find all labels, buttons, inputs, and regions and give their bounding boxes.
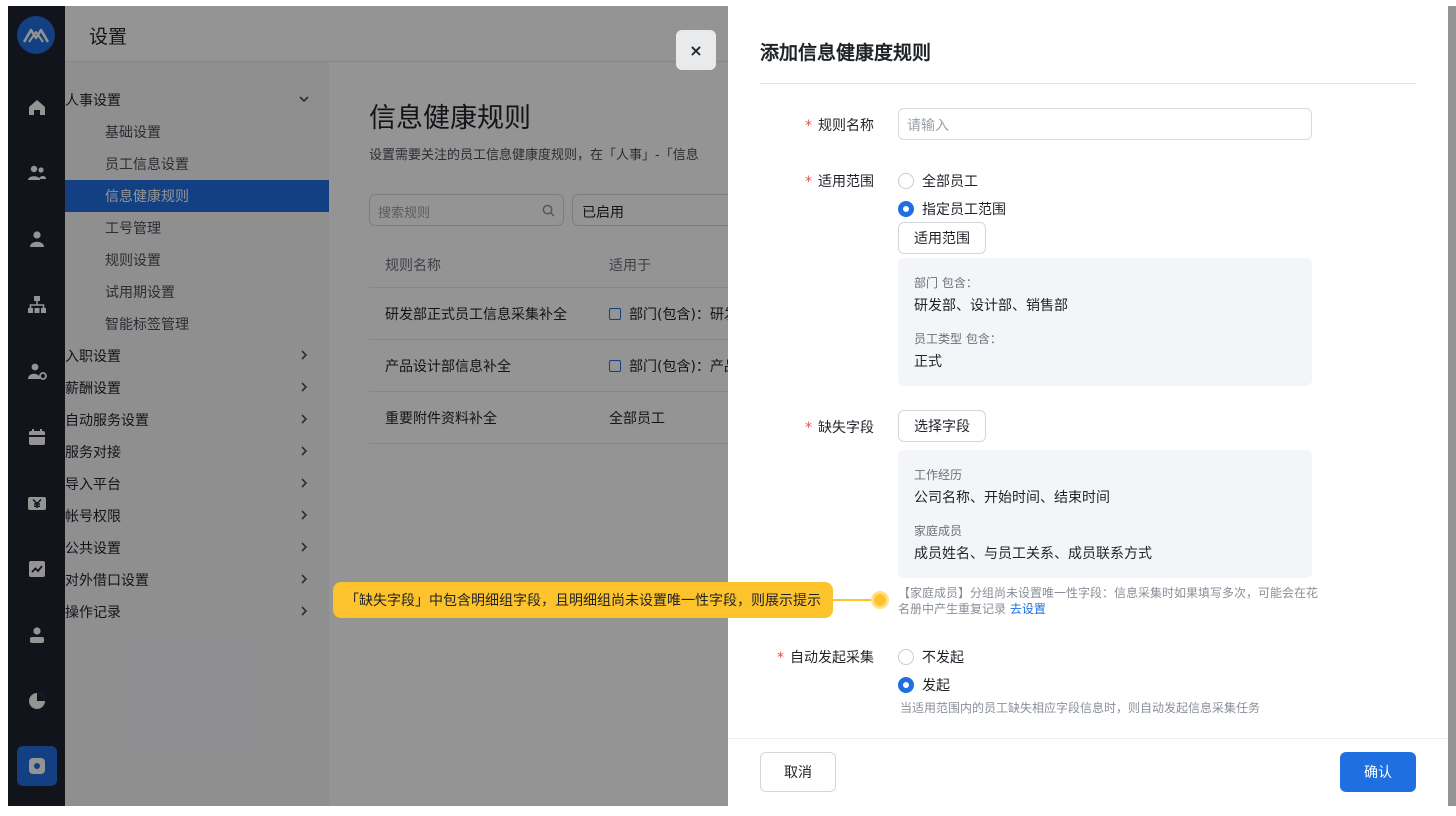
fields-summary-key: 家庭成员	[914, 524, 963, 538]
fields-summary-key: 工作经历	[914, 468, 963, 482]
required-mark: *	[777, 650, 784, 666]
scope-summary-box: 部门 包含： 研发部、设计部、销售部 员工类型 包含： 正式	[898, 258, 1312, 386]
radio-selected-icon	[898, 201, 914, 217]
fields-summary-value: 公司名称、开始时间、结束时间	[914, 490, 1110, 506]
rule-name-placeholder: 请输入	[907, 118, 949, 134]
auto-collect-label: * 自动发起采集	[777, 647, 874, 667]
unique-field-warning: 【家庭成员】分组尚未设置唯一性字段：信息采集时如果填写多次，可能会在花名册中产生…	[898, 585, 1318, 617]
scope-summary-key: 部门 包含：	[914, 276, 978, 290]
auto-collect-radio-on-label: 发起	[922, 678, 950, 694]
required-mark: *	[805, 420, 812, 436]
confirm-button[interactable]: 确认	[1340, 752, 1416, 792]
missing-fields-label-text: 缺失字段	[818, 420, 874, 436]
scope-radio-specific-label: 指定员工范围	[922, 202, 1006, 218]
choose-fields-button[interactable]: 选择字段	[898, 410, 986, 442]
annotation-marker	[871, 591, 889, 609]
frame-bottom	[0, 806, 1456, 816]
close-drawer-button[interactable]: ×	[676, 30, 716, 70]
drawer-footer: 取消 确认	[728, 738, 1448, 806]
annotation-callout: 「缺失字段」中包含明细组字段，且明细组尚未设置唯一性字段，则展示提示	[333, 582, 833, 618]
auto-collect-label-text: 自动发起采集	[790, 650, 874, 666]
fields-summary-value: 成员姓名、与员工关系、成员联系方式	[914, 546, 1152, 562]
scope-radio-specific[interactable]: 指定员工范围	[898, 199, 1006, 219]
auto-collect-radio-on[interactable]: 发起	[898, 675, 950, 695]
auto-collect-radio-off-label: 不发起	[922, 650, 964, 666]
radio-selected-icon	[898, 677, 914, 693]
auto-collect-hint: 当适用范围内的员工缺失相应字段信息时，则自动发起信息采集任务	[900, 701, 1261, 715]
add-rule-drawer: 添加信息健康度规则 * 规则名称 请输入 * 适用范围 全部员工 指定员工范围 适用…	[728, 6, 1448, 806]
close-icon: ×	[689, 40, 703, 60]
rule-name-label: * 规则名称	[805, 115, 874, 135]
scope-radio-all[interactable]: 全部员工	[898, 171, 978, 191]
drawer-divider	[760, 83, 1416, 84]
missing-fields-label: * 缺失字段	[805, 417, 874, 437]
required-mark: *	[805, 174, 812, 190]
cancel-button[interactable]: 取消	[760, 752, 836, 792]
rule-name-input[interactable]: 请输入	[898, 108, 1312, 140]
go-settings-link[interactable]: 去设置	[1010, 602, 1046, 616]
required-mark: *	[805, 118, 812, 134]
scope-radio-all-label: 全部员工	[922, 174, 978, 190]
app-root: 设置 人事设置 基础设置 员工信息设置 信息健康规则 工号管理 规则设置 试用期设置 智能标签…	[0, 0, 1456, 816]
fields-summary-box: 工作经历 公司名称、开始时间、结束时间 家庭成员 成员姓名、与员工关系、成员联系…	[898, 450, 1312, 578]
annotation-connector	[833, 599, 873, 601]
auto-collect-radio-off[interactable]: 不发起	[898, 647, 964, 667]
radio-icon	[898, 173, 914, 189]
choose-fields-button-label: 选择字段	[914, 419, 970, 435]
scope-summary-key: 员工类型 包含：	[914, 332, 1002, 346]
scope-summary-value: 正式	[914, 354, 942, 370]
scope-summary-value: 研发部、设计部、销售部	[914, 298, 1068, 314]
drawer-title: 添加信息健康度规则	[760, 42, 932, 64]
unique-field-warning-text: 【家庭成员】分组尚未设置唯一性字段：信息采集时如果填写多次，可能会在花名册中产生…	[898, 586, 1319, 616]
rule-name-label-text: 规则名称	[818, 118, 874, 134]
choose-scope-button[interactable]: 适用范围	[898, 222, 986, 254]
frame-left	[0, 0, 8, 816]
choose-scope-button-label: 适用范围	[914, 231, 970, 247]
scope-label-text: 适用范围	[818, 174, 874, 190]
scope-label: * 适用范围	[805, 171, 874, 191]
radio-icon	[898, 649, 914, 665]
